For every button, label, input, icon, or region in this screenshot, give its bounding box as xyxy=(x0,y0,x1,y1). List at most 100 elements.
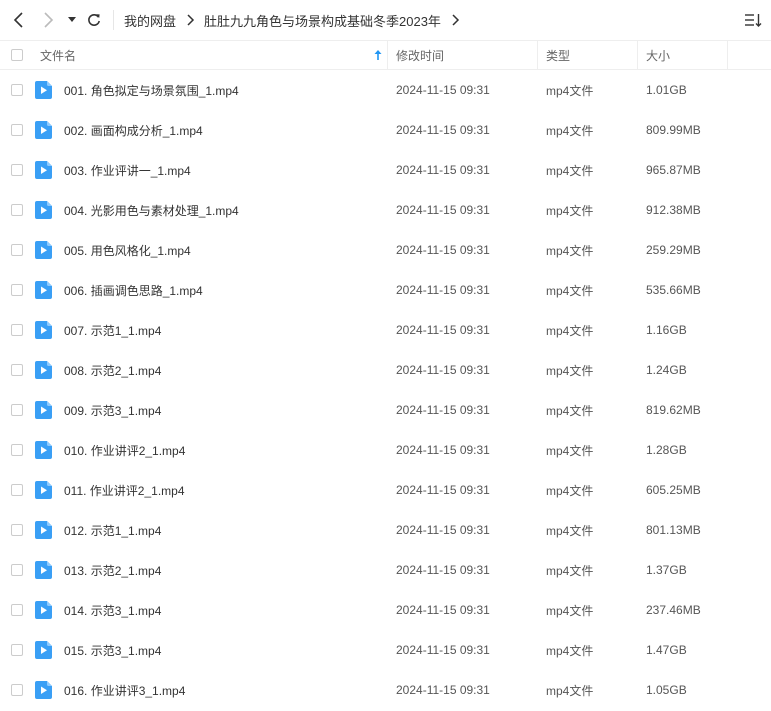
column-divider[interactable] xyxy=(537,41,538,69)
sort-ascending-icon[interactable] xyxy=(373,49,383,61)
video-file-icon xyxy=(35,481,52,499)
file-row[interactable]: 006. 插画调色思路_1.mp4 2024-11-15 09:31 mp4文件… xyxy=(0,270,771,310)
column-divider[interactable] xyxy=(637,41,638,69)
file-checkbox[interactable] xyxy=(11,84,23,96)
file-type: mp4文件 xyxy=(546,83,594,98)
file-size: 819.62MB xyxy=(646,403,701,417)
video-file-icon xyxy=(35,401,52,419)
nav-divider xyxy=(113,10,114,30)
file-name[interactable]: 010. 作业讲评2_1.mp4 xyxy=(64,430,185,470)
file-modified-time: 2024-11-15 09:31 xyxy=(396,523,490,537)
file-modified-time: 2024-11-15 09:31 xyxy=(396,283,490,297)
file-checkbox[interactable] xyxy=(11,164,23,176)
file-size: 605.25MB xyxy=(646,483,701,497)
file-row[interactable]: 013. 示范2_1.mp4 2024-11-15 09:31 mp4文件 1.… xyxy=(0,550,771,590)
file-row[interactable]: 014. 示范3_1.mp4 2024-11-15 09:31 mp4文件 23… xyxy=(0,590,771,630)
file-type: mp4文件 xyxy=(546,283,594,298)
file-row[interactable]: 009. 示范3_1.mp4 2024-11-15 09:31 mp4文件 81… xyxy=(0,390,771,430)
history-dropdown-button[interactable] xyxy=(62,8,82,32)
file-row[interactable]: 007. 示范1_1.mp4 2024-11-15 09:31 mp4文件 1.… xyxy=(0,310,771,350)
back-button[interactable] xyxy=(7,8,31,32)
chevron-left-icon xyxy=(13,12,23,28)
breadcrumb-separator-icon xyxy=(187,14,195,26)
column-header-size[interactable]: 大小 xyxy=(646,41,670,69)
file-size: 965.87MB xyxy=(646,163,701,177)
file-checkbox[interactable] xyxy=(11,644,23,656)
file-checkbox[interactable] xyxy=(11,124,23,136)
refresh-icon xyxy=(88,13,100,26)
file-row[interactable]: 005. 用色风格化_1.mp4 2024-11-15 09:31 mp4文件 … xyxy=(0,230,771,270)
file-size: 535.66MB xyxy=(646,283,701,297)
file-checkbox[interactable] xyxy=(11,604,23,616)
file-modified-time: 2024-11-15 09:31 xyxy=(396,563,490,577)
column-divider[interactable] xyxy=(727,41,728,69)
file-modified-time: 2024-11-15 09:31 xyxy=(396,203,490,217)
file-checkbox[interactable] xyxy=(11,364,23,376)
video-file-icon xyxy=(35,361,52,379)
file-name[interactable]: 011. 作业讲评2_1.mp4 xyxy=(64,470,185,510)
file-name[interactable]: 006. 插画调色思路_1.mp4 xyxy=(64,270,203,310)
column-header-type[interactable]: 类型 xyxy=(546,41,570,69)
column-divider[interactable] xyxy=(387,41,388,69)
file-size: 1.28GB xyxy=(646,443,687,457)
file-name[interactable]: 016. 作业讲评3_1.mp4 xyxy=(64,670,185,710)
file-modified-time: 2024-11-15 09:31 xyxy=(396,243,490,257)
file-name[interactable]: 005. 用色风格化_1.mp4 xyxy=(64,230,191,270)
file-name[interactable]: 013. 示范2_1.mp4 xyxy=(64,550,161,590)
file-row[interactable]: 001. 角色拟定与场景氛围_1.mp4 2024-11-15 09:31 mp… xyxy=(0,70,771,110)
file-name[interactable]: 007. 示范1_1.mp4 xyxy=(64,310,161,350)
file-name[interactable]: 012. 示范1_1.mp4 xyxy=(64,510,161,550)
file-name[interactable]: 002. 画面构成分析_1.mp4 xyxy=(64,110,203,150)
video-file-icon xyxy=(35,441,52,459)
file-row[interactable]: 010. 作业讲评2_1.mp4 2024-11-15 09:31 mp4文件 … xyxy=(0,430,771,470)
file-checkbox[interactable] xyxy=(11,284,23,296)
file-modified-time: 2024-11-15 09:31 xyxy=(396,643,490,657)
select-all-checkbox[interactable] xyxy=(11,49,23,61)
file-modified-time: 2024-11-15 09:31 xyxy=(396,603,490,617)
file-name[interactable]: 009. 示范3_1.mp4 xyxy=(64,390,161,430)
column-header-modified[interactable]: 修改时间 xyxy=(396,41,444,69)
refresh-button[interactable] xyxy=(82,8,106,32)
video-file-icon xyxy=(35,601,52,619)
file-row[interactable]: 004. 光影用色与素材处理_1.mp4 2024-11-15 09:31 mp… xyxy=(0,190,771,230)
video-file-icon xyxy=(35,641,52,659)
sort-list-icon xyxy=(745,14,762,27)
file-row[interactable]: 015. 示范3_1.mp4 2024-11-15 09:31 mp4文件 1.… xyxy=(0,630,771,670)
file-checkbox[interactable] xyxy=(11,524,23,536)
file-row[interactable]: 016. 作业讲评3_1.mp4 2024-11-15 09:31 mp4文件 … xyxy=(0,670,771,710)
file-row[interactable]: 011. 作业讲评2_1.mp4 2024-11-15 09:31 mp4文件 … xyxy=(0,470,771,510)
file-name[interactable]: 015. 示范3_1.mp4 xyxy=(64,630,161,670)
file-name[interactable]: 001. 角色拟定与场景氛围_1.mp4 xyxy=(64,70,239,110)
file-checkbox[interactable] xyxy=(11,324,23,336)
file-row[interactable]: 003. 作业评讲一_1.mp4 2024-11-15 09:31 mp4文件 … xyxy=(0,150,771,190)
file-type: mp4文件 xyxy=(546,403,594,418)
file-checkbox[interactable] xyxy=(11,484,23,496)
file-name[interactable]: 008. 示范2_1.mp4 xyxy=(64,350,161,390)
file-row[interactable]: 012. 示范1_1.mp4 2024-11-15 09:31 mp4文件 80… xyxy=(0,510,771,550)
file-size: 259.29MB xyxy=(646,243,701,257)
column-header-name[interactable]: 文件名 xyxy=(40,41,76,69)
view-mode-button[interactable] xyxy=(743,10,763,30)
breadcrumb-expand-icon[interactable] xyxy=(451,14,461,26)
forward-button[interactable] xyxy=(36,8,60,32)
file-checkbox[interactable] xyxy=(11,684,23,696)
file-checkbox[interactable] xyxy=(11,244,23,256)
file-checkbox[interactable] xyxy=(11,204,23,216)
file-row[interactable]: 008. 示范2_1.mp4 2024-11-15 09:31 mp4文件 1.… xyxy=(0,350,771,390)
file-checkbox[interactable] xyxy=(11,404,23,416)
file-name[interactable]: 004. 光影用色与素材处理_1.mp4 xyxy=(64,190,239,230)
file-list: 001. 角色拟定与场景氛围_1.mp4 2024-11-15 09:31 mp… xyxy=(0,70,771,710)
file-name[interactable]: 003. 作业评讲一_1.mp4 xyxy=(64,150,191,190)
file-checkbox[interactable] xyxy=(11,444,23,456)
file-size: 1.47GB xyxy=(646,643,687,657)
chevron-right-icon xyxy=(44,12,54,28)
file-name[interactable]: 014. 示范3_1.mp4 xyxy=(64,590,161,630)
video-file-icon xyxy=(35,321,52,339)
video-file-icon xyxy=(35,81,52,99)
breadcrumb-root[interactable]: 我的网盘 xyxy=(124,11,176,30)
file-checkbox[interactable] xyxy=(11,564,23,576)
file-size: 1.05GB xyxy=(646,683,687,697)
file-row[interactable]: 002. 画面构成分析_1.mp4 2024-11-15 09:31 mp4文件… xyxy=(0,110,771,150)
video-file-icon xyxy=(35,521,52,539)
breadcrumb-current[interactable]: 肚肚九九角色与场景构成基础冬季2023年 xyxy=(204,11,441,30)
